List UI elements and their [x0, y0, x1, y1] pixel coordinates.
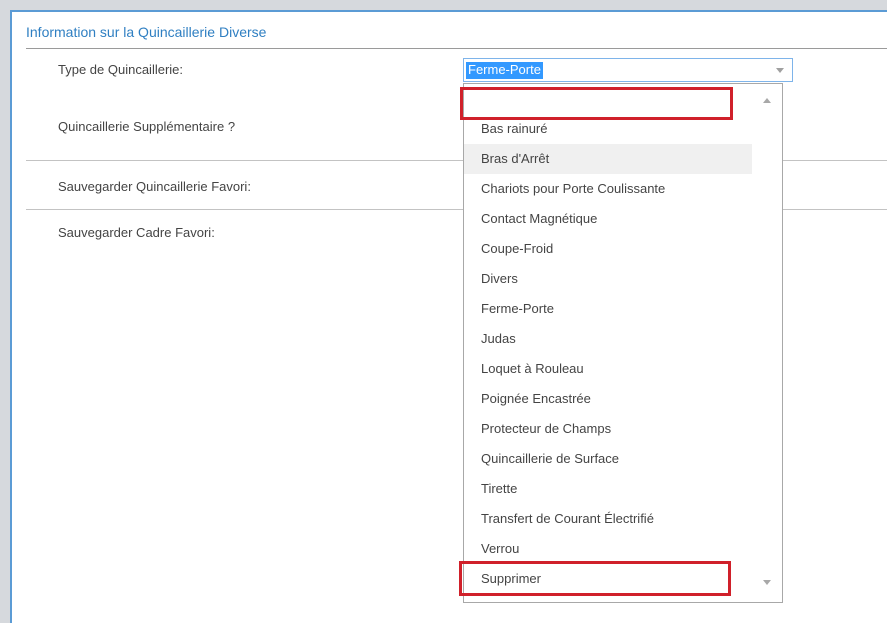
select-current-value: Ferme-Porte	[466, 62, 543, 79]
dropdown-option[interactable]: Verrou	[464, 534, 754, 564]
dropdown-option[interactable]: Quincaillerie de Surface	[464, 444, 754, 474]
sauvegarder-quincaillerie-label: Sauvegarder Quincaillerie Favori:	[58, 179, 251, 194]
type-quincaillerie-dropdown[interactable]: Bas rainuré Bras d'Arrêt Chariots pour Por…	[463, 83, 783, 603]
sauvegarder-cadre-label: Sauvegarder Cadre Favori:	[58, 225, 215, 240]
annotation-highlight-empty-option	[460, 87, 733, 120]
dropdown-option[interactable]: Judas	[464, 324, 754, 354]
dropdown-option[interactable]: Protecteur de Champs	[464, 414, 754, 444]
scroll-down-icon[interactable]	[763, 580, 771, 585]
type-quincaillerie-select[interactable]: Ferme-Porte	[463, 58, 793, 82]
dropdown-option[interactable]: Poignée Encastrée	[464, 384, 754, 414]
title-divider	[26, 48, 887, 49]
scroll-up-icon[interactable]	[763, 98, 771, 103]
type-quincaillerie-label: Type de Quincaillerie:	[58, 62, 184, 77]
dropdown-option[interactable]: Divers	[464, 264, 754, 294]
quincaillerie-supplementaire-label: Quincaillerie Supplémentaire ?	[58, 119, 236, 134]
dropdown-option[interactable]: Coupe-Froid	[464, 234, 754, 264]
dropdown-option[interactable]: Tirette	[464, 474, 754, 504]
dropdown-scrollbar[interactable]	[752, 84, 782, 602]
annotation-highlight-supprimer-option	[459, 561, 731, 596]
dropdown-options-list: Bas rainuré Bras d'Arrêt Chariots pour Por…	[464, 84, 754, 594]
dropdown-option[interactable]: Bras d'Arrêt	[464, 144, 754, 174]
dropdown-option[interactable]: Loquet à Rouleau	[464, 354, 754, 384]
panel-title: Information sur la Quincaillerie Diverse	[26, 24, 267, 40]
dropdown-option[interactable]: Chariots pour Porte Coulissante	[464, 174, 754, 204]
dropdown-option[interactable]: Contact Magnétique	[464, 204, 754, 234]
dropdown-option[interactable]: Transfert de Courant Électrifié	[464, 504, 754, 534]
chevron-down-icon[interactable]	[776, 68, 784, 73]
dropdown-option[interactable]: Ferme-Porte	[464, 294, 754, 324]
